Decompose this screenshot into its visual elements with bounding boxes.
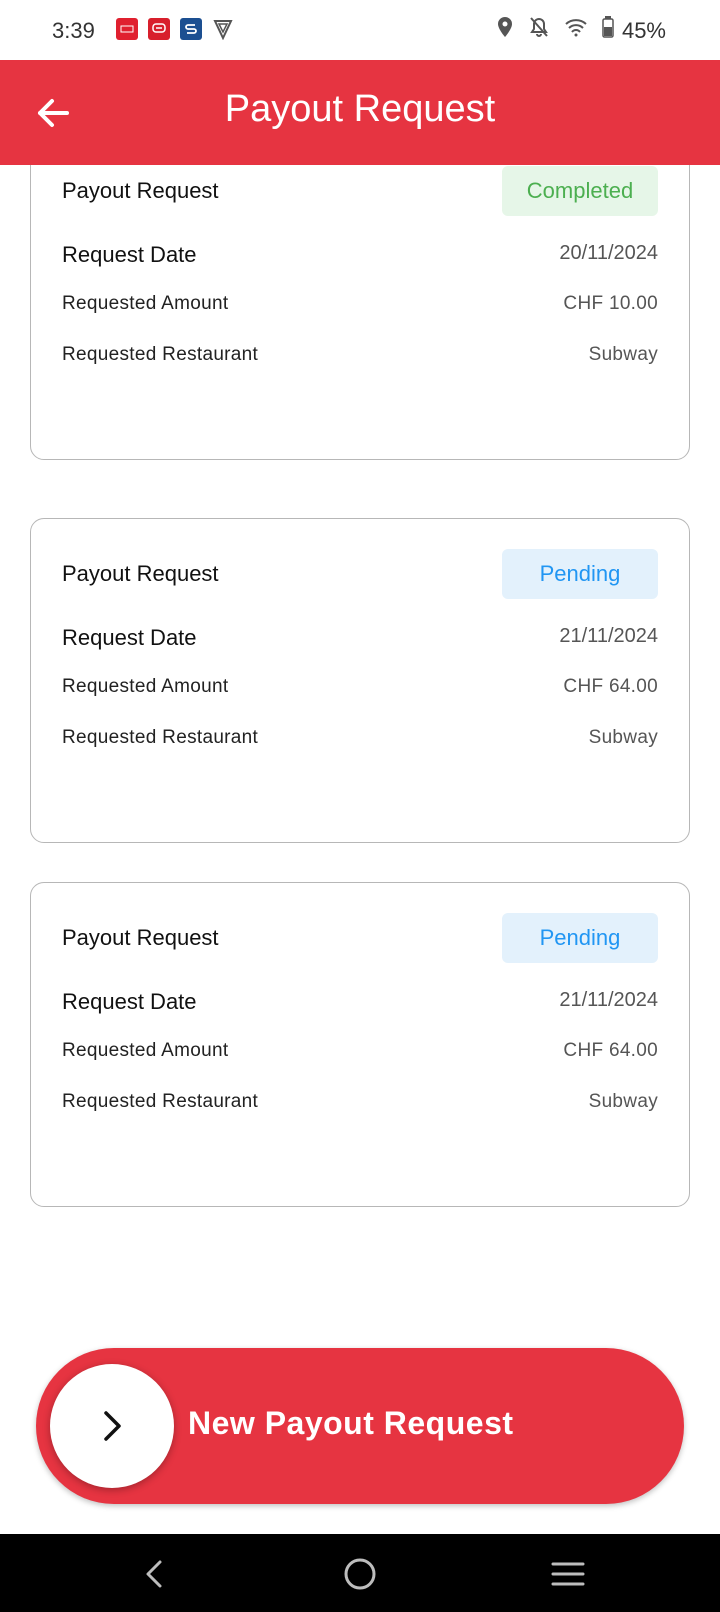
card-title: Payout Request (62, 925, 219, 950)
bell-off-icon (528, 16, 550, 43)
requested-amount-row: Requested Amount CHF 64.00 (62, 676, 658, 706)
nav-back-button[interactable] (134, 1554, 174, 1594)
card-header: Payout Request Completed (62, 166, 658, 216)
app-bar: Payout Request (0, 60, 720, 165)
status-badge: Pending (502, 913, 658, 963)
status-badge: Completed (502, 166, 658, 216)
requested-restaurant-value: Subway (588, 344, 658, 365)
requested-restaurant-value: Subway (588, 727, 658, 748)
requested-restaurant-label: Requested Restaurant (62, 727, 259, 748)
notification-icons (116, 18, 234, 40)
system-nav-bar (0, 1534, 720, 1612)
new-payout-request-button[interactable]: New Payout Request (36, 1348, 684, 1504)
back-nav-icon (146, 1560, 162, 1588)
requested-restaurant-row: Requested Restaurant Subway (62, 1091, 658, 1121)
card-header: Payout Request Pending (62, 913, 658, 963)
shield-icon (212, 18, 234, 40)
status-badge: Pending (502, 549, 658, 599)
status-bar: 3:39 45% (0, 0, 720, 60)
request-date-value: 21/11/2024 (559, 625, 658, 647)
requested-amount-value: CHF 64.00 (563, 1040, 658, 1061)
requested-restaurant-row: Requested Restaurant Subway (62, 344, 658, 374)
request-date-row: Request Date 20/11/2024 (62, 242, 658, 272)
requested-amount-row: Requested Amount CHF 10.00 (62, 293, 658, 323)
nav-home-button[interactable] (340, 1554, 380, 1594)
payout-request-card[interactable]: Payout Request Pending Request Date 21/1… (30, 882, 690, 1207)
card-header: Payout Request Pending (62, 549, 658, 599)
app-icon-chat (148, 18, 170, 40)
request-date-label: Request Date (62, 989, 197, 1014)
requested-amount-value: CHF 10.00 (563, 293, 658, 314)
requested-restaurant-label: Requested Restaurant (62, 1091, 259, 1112)
status-time: 3:39 (52, 18, 95, 43)
requested-amount-label: Requested Amount (62, 1040, 229, 1061)
request-date-value: 21/11/2024 (559, 989, 658, 1011)
requested-restaurant-label: Requested Restaurant (62, 344, 259, 365)
chevron-right-icon (104, 1411, 121, 1441)
new-payout-request-label: New Payout Request (188, 1405, 514, 1441)
request-date-row: Request Date 21/11/2024 (62, 989, 658, 1019)
card-title: Payout Request (62, 178, 219, 203)
app-icon-s (180, 18, 202, 40)
requested-restaurant-row: Requested Restaurant Subway (62, 727, 658, 757)
app-icon-red (116, 18, 138, 40)
request-date-label: Request Date (62, 625, 197, 650)
request-date-row: Request Date 21/11/2024 (62, 625, 658, 655)
requested-amount-value: CHF 64.00 (563, 676, 658, 697)
location-icon (496, 16, 514, 43)
wifi-icon (564, 17, 588, 42)
home-nav-icon (344, 1558, 376, 1590)
request-date-label: Request Date (62, 242, 197, 267)
payout-request-card[interactable]: Payout Request Pending Request Date 21/1… (30, 518, 690, 843)
request-date-value: 20/11/2024 (559, 242, 658, 264)
battery-icon (602, 16, 614, 43)
requested-amount-label: Requested Amount (62, 676, 229, 697)
page-title: Payout Request (224, 88, 496, 130)
payout-request-list[interactable]: Payout Request Completed Request Date 20… (0, 165, 720, 1535)
card-title: Payout Request (62, 561, 219, 586)
nav-menu-button[interactable] (548, 1554, 588, 1594)
menu-nav-icon (551, 1562, 585, 1586)
requested-amount-label: Requested Amount (62, 293, 229, 314)
slide-knob[interactable] (50, 1364, 174, 1488)
requested-amount-row: Requested Amount CHF 64.00 (62, 1040, 658, 1070)
payout-request-card[interactable]: Payout Request Completed Request Date 20… (30, 165, 690, 460)
battery-percent: 45% (621, 18, 666, 43)
requested-restaurant-value: Subway (588, 1091, 658, 1112)
